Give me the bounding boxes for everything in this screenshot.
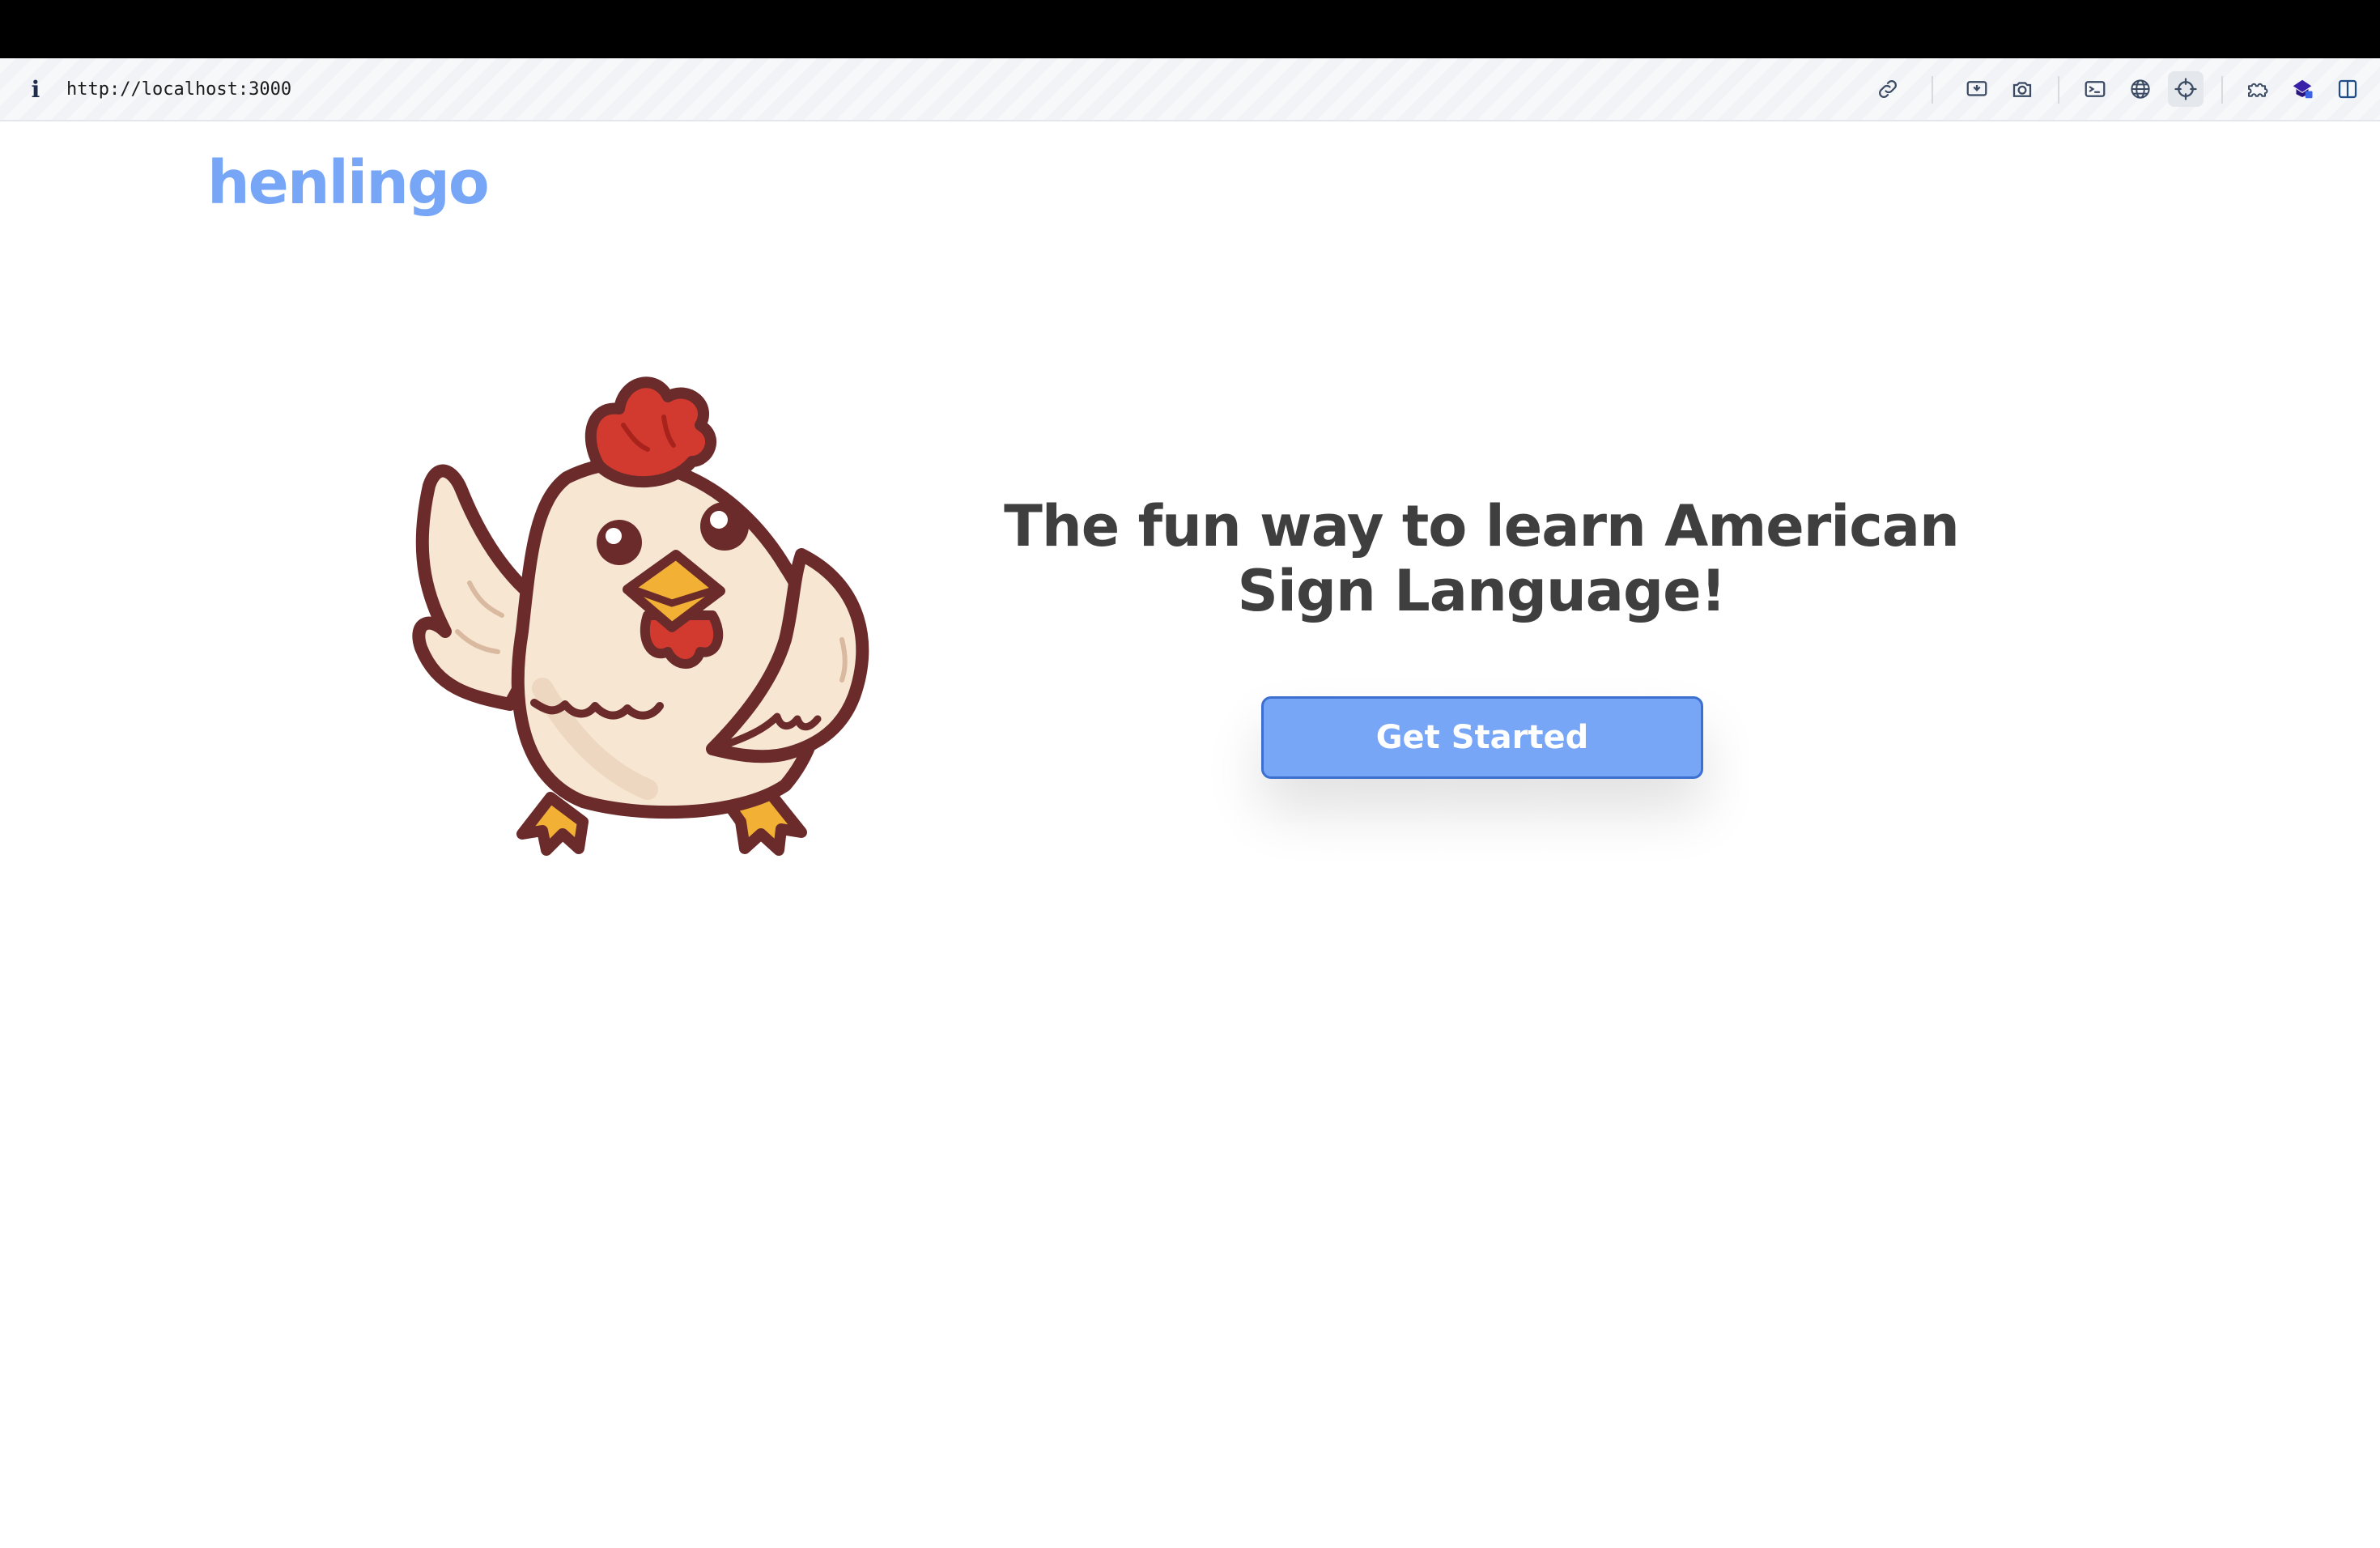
toolbar-separator <box>2221 76 2223 104</box>
system-top-bar <box>0 0 2380 58</box>
terminal-icon[interactable] <box>2077 71 2113 107</box>
hero-headline: The fun way to learn American Sign Langu… <box>1004 493 1960 624</box>
camera-icon[interactable] <box>2004 71 2040 107</box>
screen-capture-icon[interactable] <box>1959 71 1995 107</box>
url-text[interactable]: http://localhost:3000 <box>66 76 291 104</box>
toolbar-separator <box>2058 76 2059 104</box>
extensions-icon[interactable] <box>2239 71 2275 107</box>
link-icon[interactable] <box>1870 71 1906 107</box>
get-started-button[interactable]: Get Started <box>1261 696 1703 779</box>
globe-icon[interactable] <box>2123 71 2158 107</box>
info-icon[interactable]: i <box>24 73 47 105</box>
split-view-icon[interactable] <box>2330 71 2365 107</box>
crosshair-icon[interactable] <box>2168 71 2204 107</box>
chicken-mascot-icon <box>412 376 869 856</box>
browser-address-bar: i http://localhost:3000 <box>0 58 2380 121</box>
toolbar-separator <box>1932 76 1933 104</box>
extension-badge-icon[interactable] <box>2284 71 2320 107</box>
app-logo[interactable]: henlingo <box>207 144 490 222</box>
